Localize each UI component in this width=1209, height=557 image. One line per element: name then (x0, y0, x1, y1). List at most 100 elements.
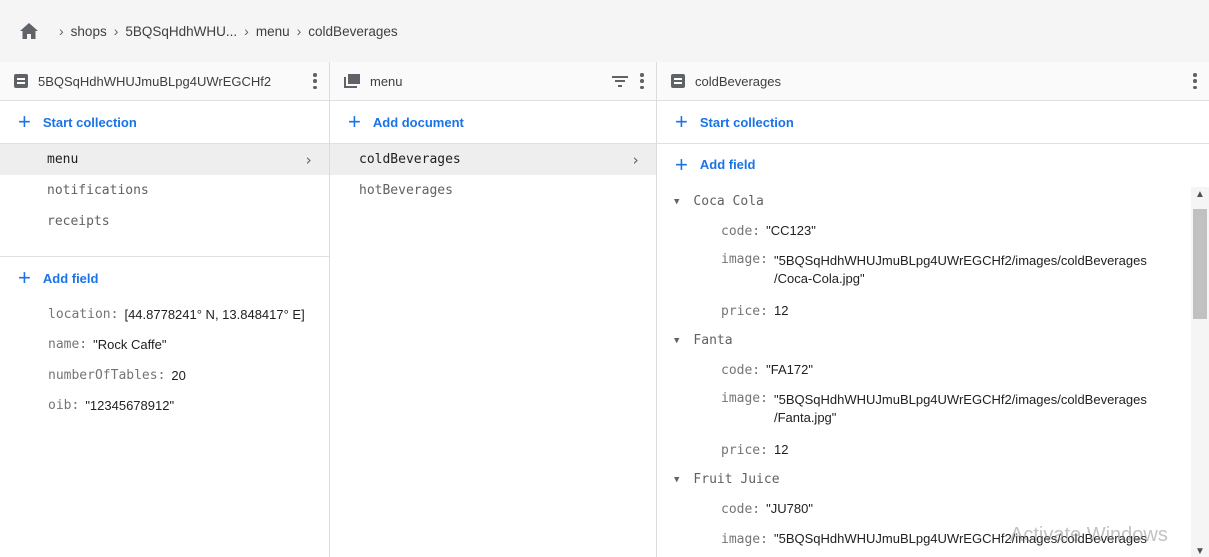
vertical-scrollbar[interactable]: ▲ ▼ (1191, 187, 1209, 557)
collection-panel-header: menu (330, 62, 656, 101)
more-vert-icon[interactable] (1193, 73, 1197, 89)
chevron-right-icon: › (244, 23, 249, 39)
field-row[interactable]: name: "Rock Caffe" (0, 330, 329, 361)
map-field[interactable]: ▼ Coca Cola (657, 187, 1191, 216)
document-title: 5BQSqHdhWHUJmuBLpg4UWrEGCHf2 (38, 73, 272, 89)
document-panel: 5BQSqHdhWHUJmuBLpg4UWrEGCHf2 + Start col… (0, 62, 330, 557)
document-fields: location: [44.8778241° N, 13.848417° E] n… (0, 299, 329, 421)
chevron-right-icon: › (296, 23, 302, 39)
document-item-coldbeverages[interactable]: coldBeverages › (330, 144, 656, 175)
field-key: name: (48, 337, 88, 353)
field-tree: ▼ Coca Cola code: "CC123" image: "5BQSqHdhW… (657, 187, 1191, 557)
field-value: "5BQSqHdhWHUJmuBLpg4UWrEGCHf2/images/col… (774, 252, 1147, 287)
collection-icon (344, 74, 360, 88)
map-field[interactable]: ▼ Fanta (657, 326, 1191, 355)
plus-icon: + (348, 109, 361, 134)
more-vert-icon[interactable] (313, 73, 317, 89)
collection-title: menu (370, 73, 403, 89)
subfield-row[interactable]: image: "5BQSqHdhWHUJmuBLpg4UWrEGCHf2/imag… (657, 246, 1191, 296)
chevron-right-icon: › (59, 23, 64, 39)
collection-item-receipts[interactable]: receipts (0, 206, 329, 237)
field-row[interactable]: oib: "12345678912" (0, 391, 329, 422)
breadcrumb-shop-id[interactable]: 5BQSqHdhWHU... (125, 24, 237, 39)
subfield-row[interactable]: price: 12 (657, 296, 1191, 326)
plus-icon: + (675, 109, 688, 134)
collection-item-notifications[interactable]: notifications (0, 175, 329, 206)
map-name: Fanta (693, 333, 733, 348)
field-value: "CC123" (766, 223, 816, 239)
field-value: "FA172" (766, 362, 813, 378)
field-value: "Rock Caffe" (93, 337, 167, 353)
caret-down-icon[interactable]: ▼ (674, 336, 679, 346)
start-collection-button[interactable]: + Start collection (657, 101, 1209, 144)
breadcrumb-menu[interactable]: menu (256, 24, 290, 39)
map-field[interactable]: ▼ Fruit Juice (657, 465, 1191, 494)
scrollbar-thumb[interactable] (1193, 209, 1207, 319)
subfield-row[interactable]: code: "FA172" (657, 355, 1191, 385)
image-path-line: /Coca-Cola.jpg" (773, 270, 865, 286)
document-icon (14, 74, 28, 88)
field-key: oib: (48, 398, 80, 414)
start-collection-button[interactable]: + Start collection (0, 101, 329, 144)
field-key: price: (721, 442, 768, 458)
add-document-label: Add document (372, 114, 464, 130)
subfield-row[interactable]: price: 12 (657, 435, 1191, 465)
field-key: code: (721, 501, 761, 517)
collection-label: notifications (47, 183, 149, 198)
field-value: "5BQSqHdhWHUJmuBLpg4UWrEGCHf2/images/col… (774, 391, 1147, 426)
plus-icon: + (18, 265, 31, 290)
field-value: 12 (773, 303, 789, 319)
breadcrumb: › shops › 5BQSqHdhWHU... › menu › coldBe… (0, 0, 1209, 62)
field-key: image: (721, 252, 768, 267)
collection-panel: menu + Add document coldBeverages › hotB… (330, 62, 657, 557)
breadcrumb-coldbeverages[interactable]: coldBeverages (308, 24, 397, 39)
subfield-row[interactable]: code: "CC123" (657, 216, 1191, 246)
add-document-button[interactable]: + Add document (330, 101, 656, 144)
chevron-right-icon: › (303, 150, 313, 169)
collection-item-menu[interactable]: menu › (0, 144, 329, 175)
collection-label: receipts (47, 214, 110, 229)
field-key: location: (48, 306, 119, 322)
activate-windows-watermark: Activate Windows (1010, 524, 1168, 546)
field-value: 20 (171, 367, 186, 383)
start-collection-label: Start collection (42, 114, 137, 130)
plus-icon: + (675, 151, 688, 177)
map-name: Coca Cola (693, 194, 764, 209)
breadcrumb-shops[interactable]: shops (71, 24, 107, 39)
image-path-line: /Fanta.jpg" (773, 409, 837, 425)
field-row[interactable]: numberOfTables: 20 (0, 360, 329, 391)
field-value: 12 (773, 442, 789, 458)
field-key: image: (721, 531, 768, 547)
plus-icon: + (18, 109, 31, 134)
collections-list: menu › notifications receipts (0, 144, 329, 257)
field-value: "12345678912" (85, 398, 175, 414)
more-vert-icon[interactable] (640, 73, 644, 89)
caret-down-icon[interactable]: ▼ (674, 197, 679, 207)
detail-panel-header: coldBeverages (657, 62, 1209, 101)
document-icon (671, 74, 685, 88)
home-icon[interactable] (20, 23, 38, 39)
add-field-label: Add field (699, 157, 756, 172)
field-key: code: (721, 223, 761, 239)
field-key: code: (721, 362, 761, 378)
document-panel-header: 5BQSqHdhWHUJmuBLpg4UWrEGCHf2 (0, 62, 329, 101)
document-label: hotBeverages (359, 183, 453, 198)
filter-icon[interactable] (612, 75, 628, 87)
add-field-button[interactable]: + Add field (657, 144, 1209, 185)
field-key: image: (721, 391, 768, 406)
chevron-right-icon: › (113, 23, 119, 39)
field-value: [44.8778241° N, 13.848417° E] (124, 306, 305, 322)
field-row[interactable]: location: [44.8778241° N, 13.848417° E] (0, 299, 329, 330)
field-key: price: (721, 303, 768, 319)
scroll-down-icon[interactable]: ▼ (1191, 546, 1209, 557)
start-collection-label: Start collection (699, 114, 794, 130)
add-field-label: Add field (42, 270, 99, 286)
image-path-line: "5BQSqHdhWHUJmuBLpg4UWrEGCHf2/images/col… (773, 392, 1147, 407)
document-item-hotbeverages[interactable]: hotBeverages (330, 175, 656, 206)
subfield-row[interactable]: code: "JU780" (657, 494, 1191, 524)
collection-label: menu (47, 152, 79, 167)
caret-down-icon[interactable]: ▼ (674, 475, 679, 485)
subfield-row[interactable]: image: "5BQSqHdhWHUJmuBLpg4UWrEGCHf2/imag… (657, 385, 1191, 435)
add-field-button[interactable]: + Add field (0, 257, 329, 299)
scroll-up-icon[interactable]: ▲ (1191, 189, 1209, 200)
